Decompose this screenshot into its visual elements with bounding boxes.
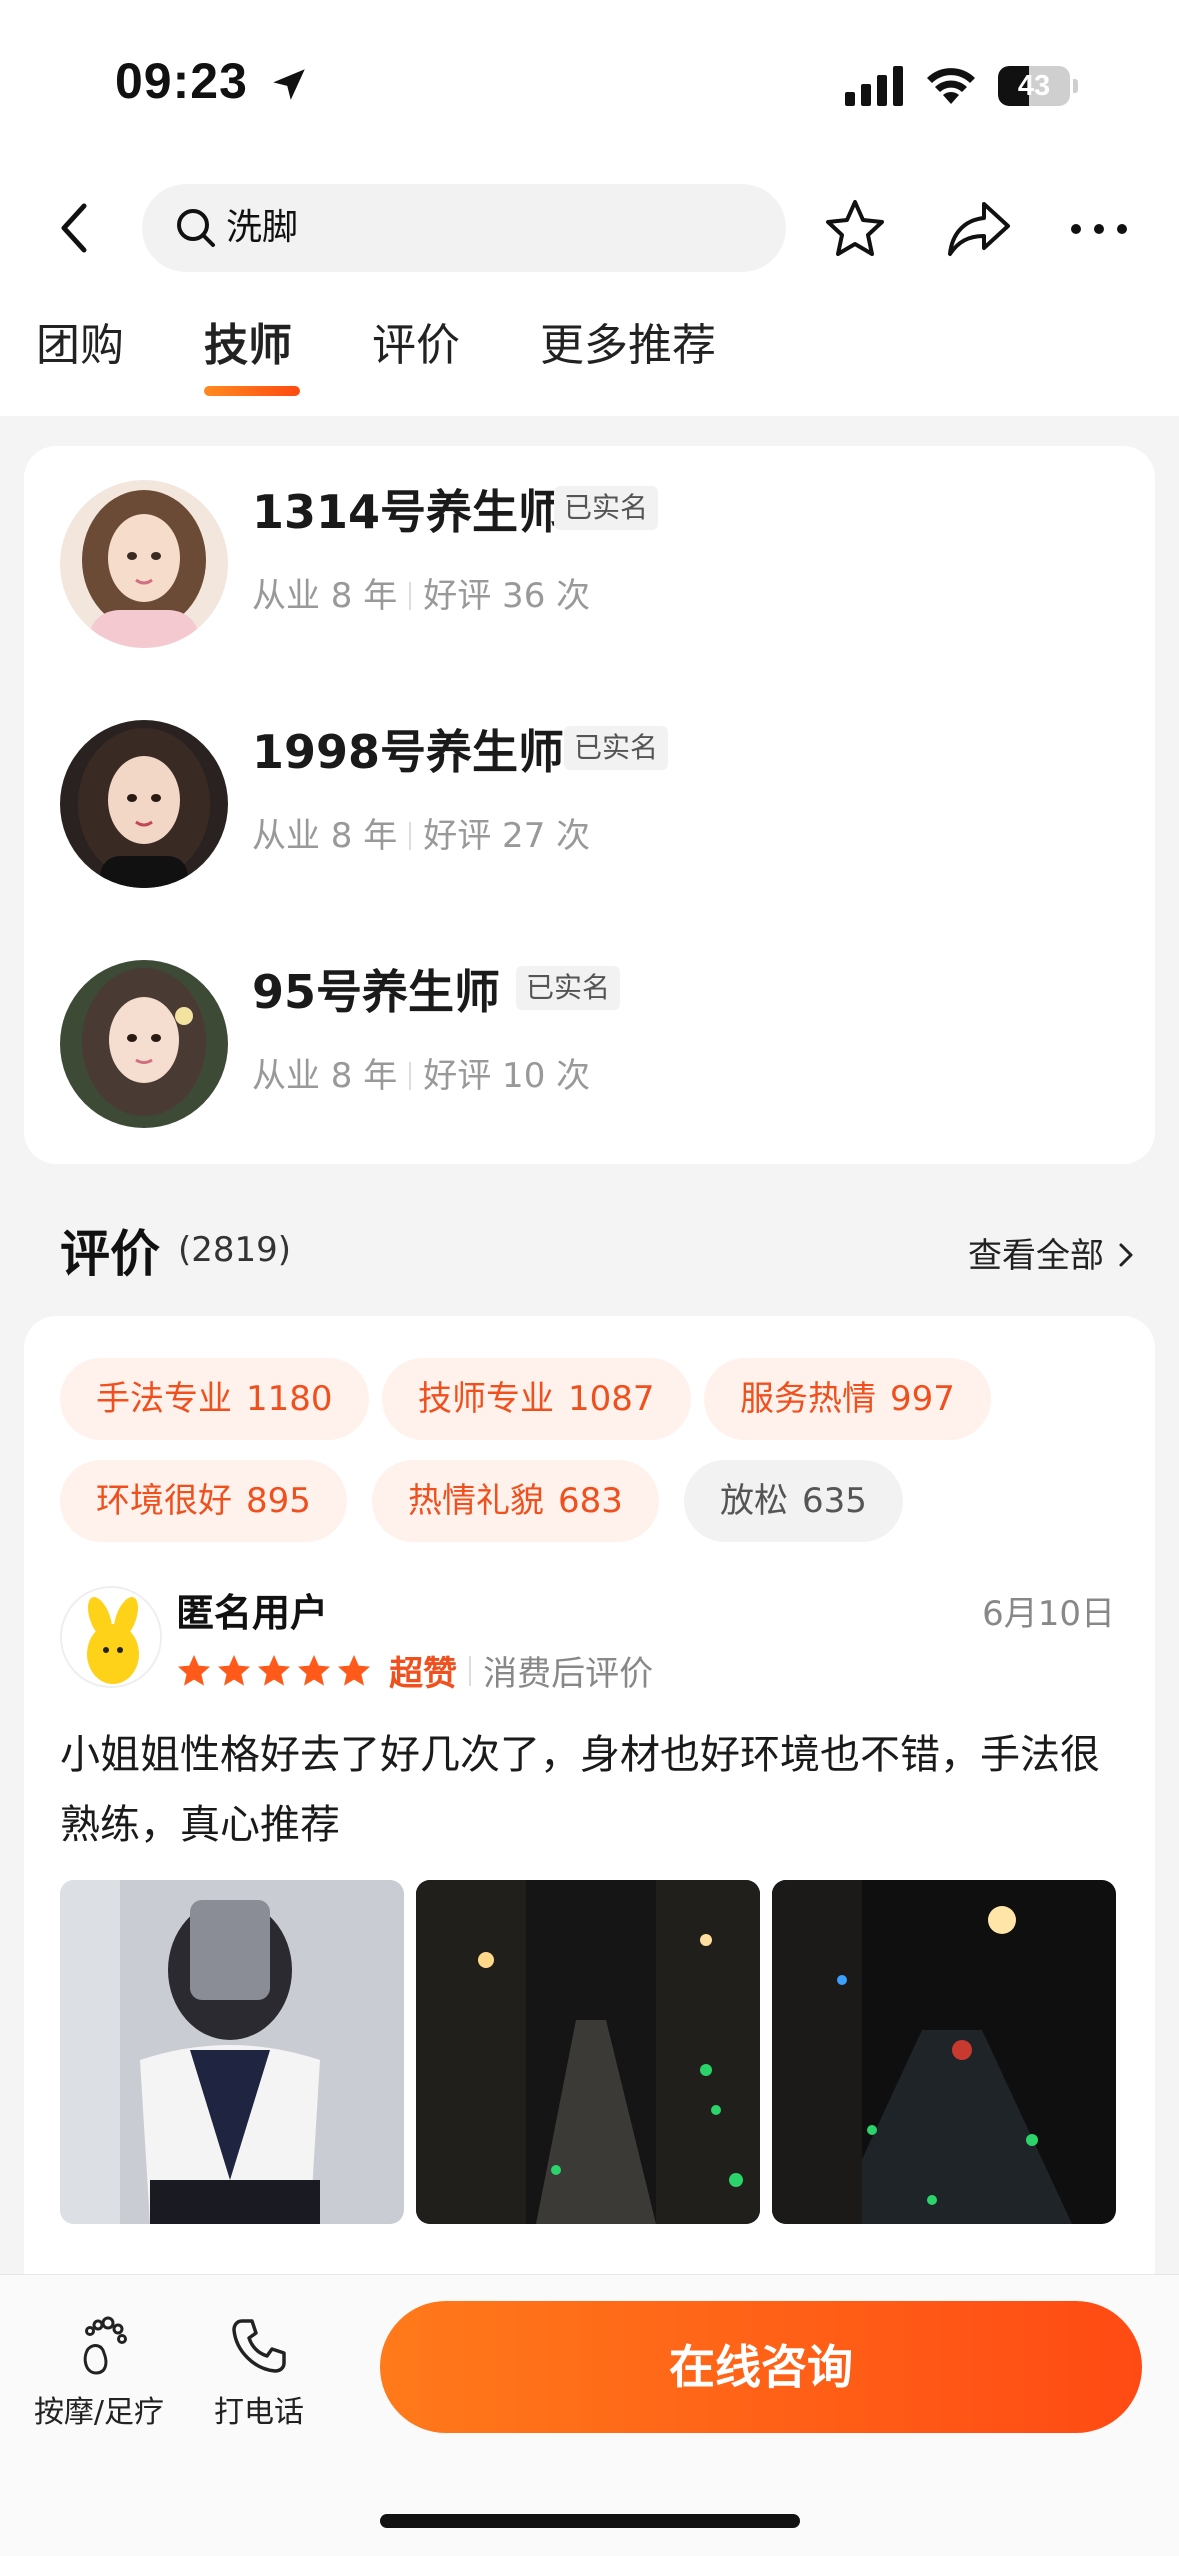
technician-item[interactable]: 1314号养生师 已实名 从业 8 年好评 36 次 <box>24 446 1155 648</box>
tag-label: 放松 <box>720 1481 788 1521</box>
view-all-reviews-link[interactable]: 查看全部 <box>968 1228 1140 1277</box>
star-filled-icon <box>218 1654 250 1686</box>
view-all-label: 查看全部 <box>968 1236 1104 1276</box>
verified-badge: 已实名 <box>554 486 659 530</box>
tag-count: 1087 <box>568 1379 655 1419</box>
tag-count: 1180 <box>246 1379 333 1419</box>
favorite-star-icon[interactable] <box>822 196 888 262</box>
review-photo[interactable] <box>416 1880 760 2224</box>
review-tag-chip[interactable]: 服务热情 997 <box>704 1358 991 1440</box>
tag-count: 895 <box>246 1481 311 1521</box>
online-consult-button[interactable]: 在线咨询 <box>380 2301 1142 2433</box>
reviews-count: (2819) <box>178 1230 292 1270</box>
chevron-right-icon <box>1119 1243 1133 1267</box>
tag-label: 手法专业 <box>96 1379 232 1419</box>
active-tab-indicator <box>204 386 300 396</box>
technician-avatar <box>60 720 228 888</box>
rating-label: 超赞 <box>389 1654 458 1694</box>
reviewer-avatar <box>60 1586 162 1688</box>
years-of-service: 从业 8 年 <box>252 576 398 616</box>
praise-count: 好评 36 次 <box>423 576 591 616</box>
technician-stats: 从业 8 年好评 27 次 <box>252 808 590 857</box>
review-note: 消费后评价 <box>483 1654 654 1694</box>
review-rating-row: 超赞 消费后评价 <box>176 1646 653 1694</box>
call-label: 打电话 <box>214 2395 304 2430</box>
status-bar: 09:23 43 <box>0 0 1179 160</box>
technician-avatar <box>60 960 228 1128</box>
category-button[interactable]: 按摩/足疗 <box>24 2315 174 2435</box>
technician-stats: 从业 8 年好评 36 次 <box>252 568 590 617</box>
review-tag-chip[interactable]: 放松 635 <box>684 1460 903 1542</box>
review-photo[interactable] <box>772 1880 1116 2224</box>
nav-bar: 洗脚 <box>0 180 1179 276</box>
praise-count: 好评 10 次 <box>423 1056 591 1096</box>
technician-name: 95号养生师 <box>252 965 501 1019</box>
technician-name: 1314号养生师 <box>252 485 565 539</box>
technician-avatar <box>60 480 228 648</box>
technician-item[interactable]: 1998号养生师 已实名 从业 8 年好评 27 次 <box>24 686 1155 888</box>
wifi-icon <box>927 68 975 104</box>
verified-badge: 已实名 <box>564 726 669 770</box>
search-query: 洗脚 <box>226 207 299 248</box>
battery-indicator: 43 <box>998 66 1078 106</box>
review-text: 小姐姐性格好去了好几次了，身材也好环境也不错，手法很熟练，真心推荐 <box>60 1732 1100 1848</box>
search-icon <box>177 209 215 247</box>
tag-label: 服务热情 <box>740 1379 876 1419</box>
verified-badge: 已实名 <box>516 966 621 1010</box>
category-label: 按摩/足疗 <box>33 2395 165 2430</box>
tab-technicians[interactable]: 技师 <box>204 316 292 376</box>
tab-reviews[interactable]: 评价 <box>372 316 460 376</box>
location-arrow-icon <box>273 69 305 100</box>
tab-more-recommendations[interactable]: 更多推荐 <box>540 316 716 376</box>
years-of-service: 从业 8 年 <box>252 1056 398 1096</box>
more-options-icon[interactable] <box>1064 196 1134 262</box>
review-date: 6月10日 <box>982 1594 1115 1634</box>
technician-stats: 从业 8 年好评 10 次 <box>252 1048 590 1097</box>
review-tag-chip[interactable]: 热情礼貌 683 <box>372 1460 659 1542</box>
status-time: 09:23 <box>115 53 248 109</box>
technician-name: 1998号养生师 <box>252 725 565 779</box>
search-input[interactable]: 洗脚 <box>142 184 786 272</box>
call-button[interactable]: 打电话 <box>184 2315 334 2435</box>
praise-count: 好评 27 次 <box>423 816 591 856</box>
reviews-title: 评价 <box>60 1225 160 1283</box>
tag-label: 技师专业 <box>418 1379 554 1419</box>
tag-count: 635 <box>802 1481 867 1521</box>
back-arrow-icon[interactable] <box>40 192 112 264</box>
phone-icon <box>232 2319 286 2373</box>
tab-bar: 团购 技师 评价 更多推荐 <box>0 316 1179 400</box>
home-indicator <box>380 2514 800 2528</box>
star-filled-icon <box>298 1654 330 1686</box>
star-filled-icon <box>178 1654 210 1686</box>
foot-icon <box>83 2316 127 2375</box>
cellular-signal-icon <box>845 66 903 106</box>
review-tag-chip[interactable]: 技师专业 1087 <box>382 1358 691 1440</box>
review-photo[interactable] <box>60 1880 404 2224</box>
review-tag-chip[interactable]: 环境很好 895 <box>60 1460 347 1542</box>
battery-level: 43 <box>1017 70 1051 102</box>
tag-label: 环境很好 <box>96 1481 232 1521</box>
top-header: 09:23 43 洗脚 团购 技师 评价 更多推荐 <box>0 0 1179 416</box>
tag-label: 热情礼貌 <box>408 1481 544 1521</box>
reviewer-name: 匿名用户 <box>176 1591 329 1635</box>
review-tag-chip[interactable]: 手法专业 1180 <box>60 1358 369 1440</box>
tab-group-buy[interactable]: 团购 <box>36 316 124 376</box>
star-filled-icon <box>258 1654 290 1686</box>
share-arrow-icon[interactable] <box>944 196 1014 262</box>
technicians-card: 1314号养生师 已实名 从业 8 年好评 36 次 1998号养生师 已实名 … <box>24 446 1155 1164</box>
technician-item[interactable]: 95号养生师 已实名 从业 8 年好评 10 次 <box>24 926 1155 1128</box>
tag-count: 683 <box>558 1481 623 1521</box>
reviews-header: 评价 (2819) 查看全部 <box>60 1214 1140 1294</box>
years-of-service: 从业 8 年 <box>252 816 398 856</box>
star-filled-icon <box>338 1654 370 1686</box>
tag-count: 997 <box>890 1379 955 1419</box>
